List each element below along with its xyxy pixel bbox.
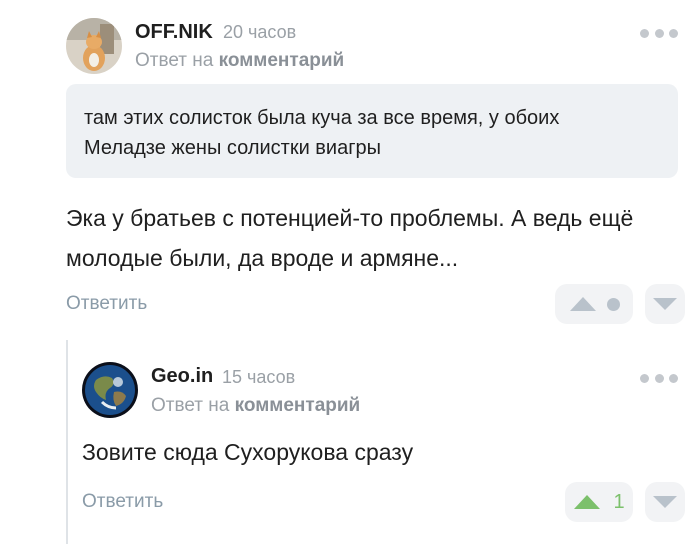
downvote-icon bbox=[653, 496, 677, 508]
quoted-comment: там этих солисток была куча за все время… bbox=[66, 84, 678, 178]
vote-group bbox=[555, 284, 633, 324]
cat-photo-icon bbox=[66, 18, 122, 74]
comment-time: 15 часов bbox=[222, 367, 296, 387]
vote-group: 1 bbox=[565, 482, 633, 522]
rating-count: 1 bbox=[613, 490, 625, 513]
comment-author[interactable]: Geo.in bbox=[151, 365, 213, 388]
reply-to-line: Ответ на комментарий bbox=[135, 50, 344, 72]
reply-to-line: Ответ на комментарий bbox=[151, 395, 360, 417]
reply-to-link[interactable]: комментарий bbox=[219, 50, 345, 71]
avatar-offnik[interactable] bbox=[66, 18, 122, 74]
downvote-button[interactable] bbox=[645, 284, 685, 324]
comment-text-line: Зовите сюда Сухорукова сразу bbox=[82, 439, 414, 465]
downvote-icon bbox=[653, 298, 677, 310]
quote-line: Меладзе жены солистки виагры bbox=[84, 137, 382, 159]
upvote-icon[interactable] bbox=[573, 494, 601, 510]
upvote-icon[interactable] bbox=[569, 296, 597, 312]
comment-body: Эка у братьев с потенцией-то проблемы. А… bbox=[66, 198, 633, 278]
rating-neutral-dot bbox=[606, 297, 620, 311]
comment-body: Зовите сюда Сухорукова сразу bbox=[82, 432, 413, 472]
comment-author[interactable]: OFF.NIK bbox=[135, 21, 213, 44]
reply-button[interactable]: Ответить bbox=[82, 491, 163, 513]
comment-time: 20 часов bbox=[223, 22, 297, 42]
reply-to-prefix: Ответ на bbox=[135, 50, 214, 71]
more-options-icon[interactable] bbox=[640, 372, 678, 384]
avatar-geoin[interactable] bbox=[82, 362, 138, 418]
globe-photo-icon bbox=[82, 362, 138, 418]
reply-button[interactable]: Ответить bbox=[66, 293, 147, 315]
reply-to-link[interactable]: комментарий bbox=[235, 395, 361, 416]
quote-line: там этих солисток была куча за все время… bbox=[84, 107, 560, 129]
comment-text-line: Эка у братьев с потенцией-то проблемы. А… bbox=[66, 205, 634, 231]
reply-to-prefix: Ответ на bbox=[151, 395, 230, 416]
comment-text-line: молодые были, да вроде и армяне... bbox=[66, 245, 459, 271]
downvote-button[interactable] bbox=[645, 482, 685, 522]
comments-page: OFF.NIK 20 часов Ответ на комментарий та… bbox=[0, 0, 700, 544]
thread-line[interactable] bbox=[66, 340, 68, 544]
more-options-icon[interactable] bbox=[640, 27, 678, 39]
